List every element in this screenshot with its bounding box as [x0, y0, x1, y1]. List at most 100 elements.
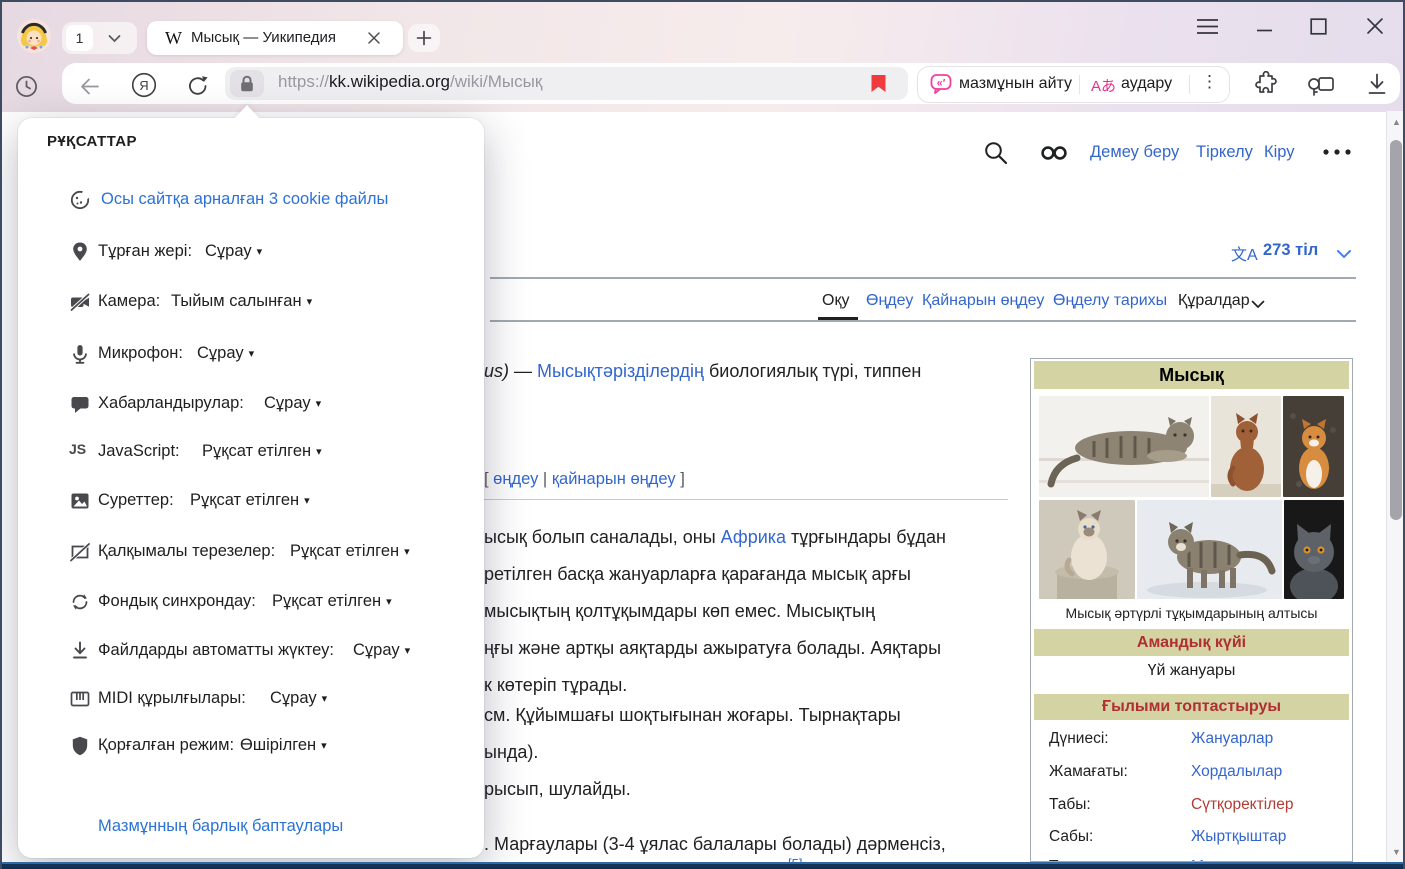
browser-menu-icon[interactable]	[1196, 18, 1219, 35]
panel-title: РҰҚСАТТАР	[47, 133, 137, 150]
close-tab-icon[interactable]	[367, 31, 381, 45]
read-aloud-button[interactable]: мазмұнын айту	[959, 75, 1072, 93]
site-permissions-button[interactable]	[230, 70, 264, 97]
abyssinian-cat-image[interactable]	[1211, 396, 1281, 497]
permission-label: JavaScript:	[98, 442, 180, 461]
all-content-settings-link[interactable]: Мазмұнның барлық баптаулары	[98, 817, 343, 836]
permission-value-dropdown[interactable]: Рұқсат етілген▾	[202, 442, 322, 461]
africa-link[interactable]: Африка	[721, 527, 786, 547]
permission-value-dropdown[interactable]: Өшірілген▾	[240, 736, 327, 755]
tab-read[interactable]: Оқу	[822, 292, 849, 310]
title-underline	[490, 277, 1356, 279]
close-window-icon[interactable]	[1366, 17, 1384, 35]
reload-icon[interactable]	[186, 74, 210, 98]
chevron-down-icon: ▾	[386, 596, 392, 608]
cream-siamese-cat-image[interactable]	[1039, 500, 1135, 599]
class-link[interactable]: Сүтқоректілер	[1191, 796, 1293, 814]
login-link[interactable]: Кіру	[1264, 143, 1295, 162]
permission-value-dropdown[interactable]: Сұрау▾	[205, 242, 262, 261]
permission-value-dropdown[interactable]: Рұқсат етілген▾	[190, 491, 310, 510]
downloads-icon[interactable]	[1365, 72, 1389, 97]
rank-label: Сабы:	[1049, 828, 1093, 846]
more-menu-icon[interactable]	[1322, 149, 1352, 155]
tab-tools[interactable]: Құралдар	[1178, 292, 1250, 310]
cookies-link[interactable]: Осы сайтқа арналған 3 cookie файлы	[101, 190, 388, 209]
rank-label: Табы:	[1049, 796, 1091, 814]
active-tab[interactable]: W Мысық — Уикипедия	[147, 21, 403, 55]
permission-label: Қорғалған режим:	[98, 736, 234, 755]
phylum-link[interactable]: Хордалылар	[1191, 763, 1282, 781]
permission-label: Хабарландырулар:	[98, 394, 244, 413]
minimize-icon[interactable]	[1257, 29, 1272, 32]
profile-avatar[interactable]	[17, 19, 51, 53]
article-paragraph-3: рысып, шулайды.	[484, 779, 631, 800]
chevron-down-icon[interactable]	[1336, 249, 1352, 259]
tabby-cat-lying-image[interactable]	[1039, 396, 1209, 497]
passwords-key-icon[interactable]	[1306, 72, 1336, 98]
divider	[1189, 75, 1190, 94]
permission-value-dropdown[interactable]: Сұрау▾	[197, 344, 254, 363]
wikipedia-favicon: W	[165, 28, 182, 49]
chevron-down-icon: ▾	[257, 246, 263, 258]
svg-text:Я: Я	[139, 78, 148, 93]
permission-row-images: Суреттер: Рұқсат етілген▾	[18, 490, 484, 514]
yandex-services-icon[interactable]: Я	[131, 72, 157, 98]
create-account-link[interactable]: Тіркелу	[1196, 143, 1253, 162]
kingdom-link[interactable]: Жануарлар	[1191, 730, 1273, 748]
permission-value-dropdown[interactable]: Сұрау▾	[353, 641, 410, 660]
tab-edit[interactable]: Өңдеу	[866, 292, 913, 310]
bookmark-icon[interactable]	[868, 73, 889, 94]
section-edit-links: [ өңдеу | қайнарын өңдеу ]	[484, 470, 685, 489]
tabs-underline	[490, 320, 1356, 322]
permission-value-dropdown[interactable]: Рұқсат етілген▾	[290, 542, 410, 561]
microphone-icon	[69, 343, 91, 365]
tab-history[interactable]: Өңделу тарихы	[1053, 292, 1167, 310]
permission-value-dropdown[interactable]: Сұрау▾	[270, 689, 327, 708]
notifications-icon	[69, 393, 91, 415]
tab-edit-source[interactable]: Қайнарын өңдеу	[922, 292, 1044, 310]
rank-label: Дүниесі:	[1049, 730, 1109, 748]
browser-window: 1 W Мысық — Уикипедия	[0, 0, 1405, 869]
chevron-down-icon	[108, 34, 121, 43]
taxonomy-row: Дүниесі: Жануарлар	[1031, 730, 1352, 752]
url-path: /wiki/Мысық	[450, 72, 542, 91]
chevron-down-icon: ▾	[316, 446, 322, 458]
url-text[interactable]: https://kk.wikipedia.org/wiki/Мысық	[278, 72, 542, 92]
download-icon	[69, 640, 91, 662]
divider	[1079, 75, 1080, 94]
scrollbar-thumb[interactable]	[1390, 140, 1402, 520]
tab-group-button[interactable]: 1	[62, 22, 137, 54]
article-paragraph-1: ысық болып саналады, оны Африка тұрғында…	[484, 519, 946, 704]
donate-link[interactable]: Демеу беру	[1090, 143, 1179, 162]
cat-images-row-2	[1039, 500, 1344, 599]
taxonomy-row: Сабы: Жыртқыштар	[1031, 828, 1352, 850]
new-tab-button[interactable]	[408, 24, 440, 52]
extensions-puzzle-icon[interactable]	[1252, 71, 1280, 99]
page-actions-group: «′ мазмұнын айту Аあ аудару ⋮	[917, 66, 1230, 103]
appearance-glasses-icon[interactable]	[1040, 145, 1068, 161]
orange-white-cat-image[interactable]	[1283, 396, 1344, 497]
permission-value-dropdown[interactable]: Рұқсат етілген▾	[272, 592, 392, 611]
history-icon[interactable]	[15, 75, 38, 98]
maximize-icon[interactable]	[1310, 18, 1327, 35]
chevron-down-icon[interactable]	[1251, 300, 1265, 309]
more-actions-icon[interactable]: ⋮	[1201, 72, 1218, 92]
felidae-link[interactable]: Мысықтәрізділердің	[537, 361, 704, 381]
permission-value-dropdown[interactable]: Тыйым салынған▾	[171, 292, 312, 311]
window-frame-bottom	[0, 862, 1405, 869]
language-button[interactable]: 273 тіл	[1263, 241, 1318, 260]
rank-label: Жамағаты:	[1049, 763, 1128, 781]
plus-icon	[416, 30, 432, 46]
search-icon[interactable]	[983, 140, 1009, 166]
back-icon[interactable]	[78, 75, 101, 98]
tabby-cat-snow-image[interactable]	[1137, 500, 1282, 599]
edit-section-link[interactable]: өңдеу	[493, 470, 538, 488]
permission-label: MIDI құрылғылары:	[98, 689, 246, 708]
permission-value-dropdown[interactable]: Сұрау▾	[264, 394, 321, 413]
grey-chartreux-cat-image[interactable]	[1284, 500, 1344, 599]
chevron-down-icon: ▾	[316, 398, 322, 410]
order-link[interactable]: Жыртқыштар	[1191, 828, 1286, 846]
edit-source-section-link[interactable]: қайнарын өңдеу	[552, 470, 676, 488]
article-intro-line: us) — Мысықтәрізділердің биологиялық түр…	[484, 361, 921, 382]
translate-button[interactable]: аудару	[1121, 75, 1172, 93]
